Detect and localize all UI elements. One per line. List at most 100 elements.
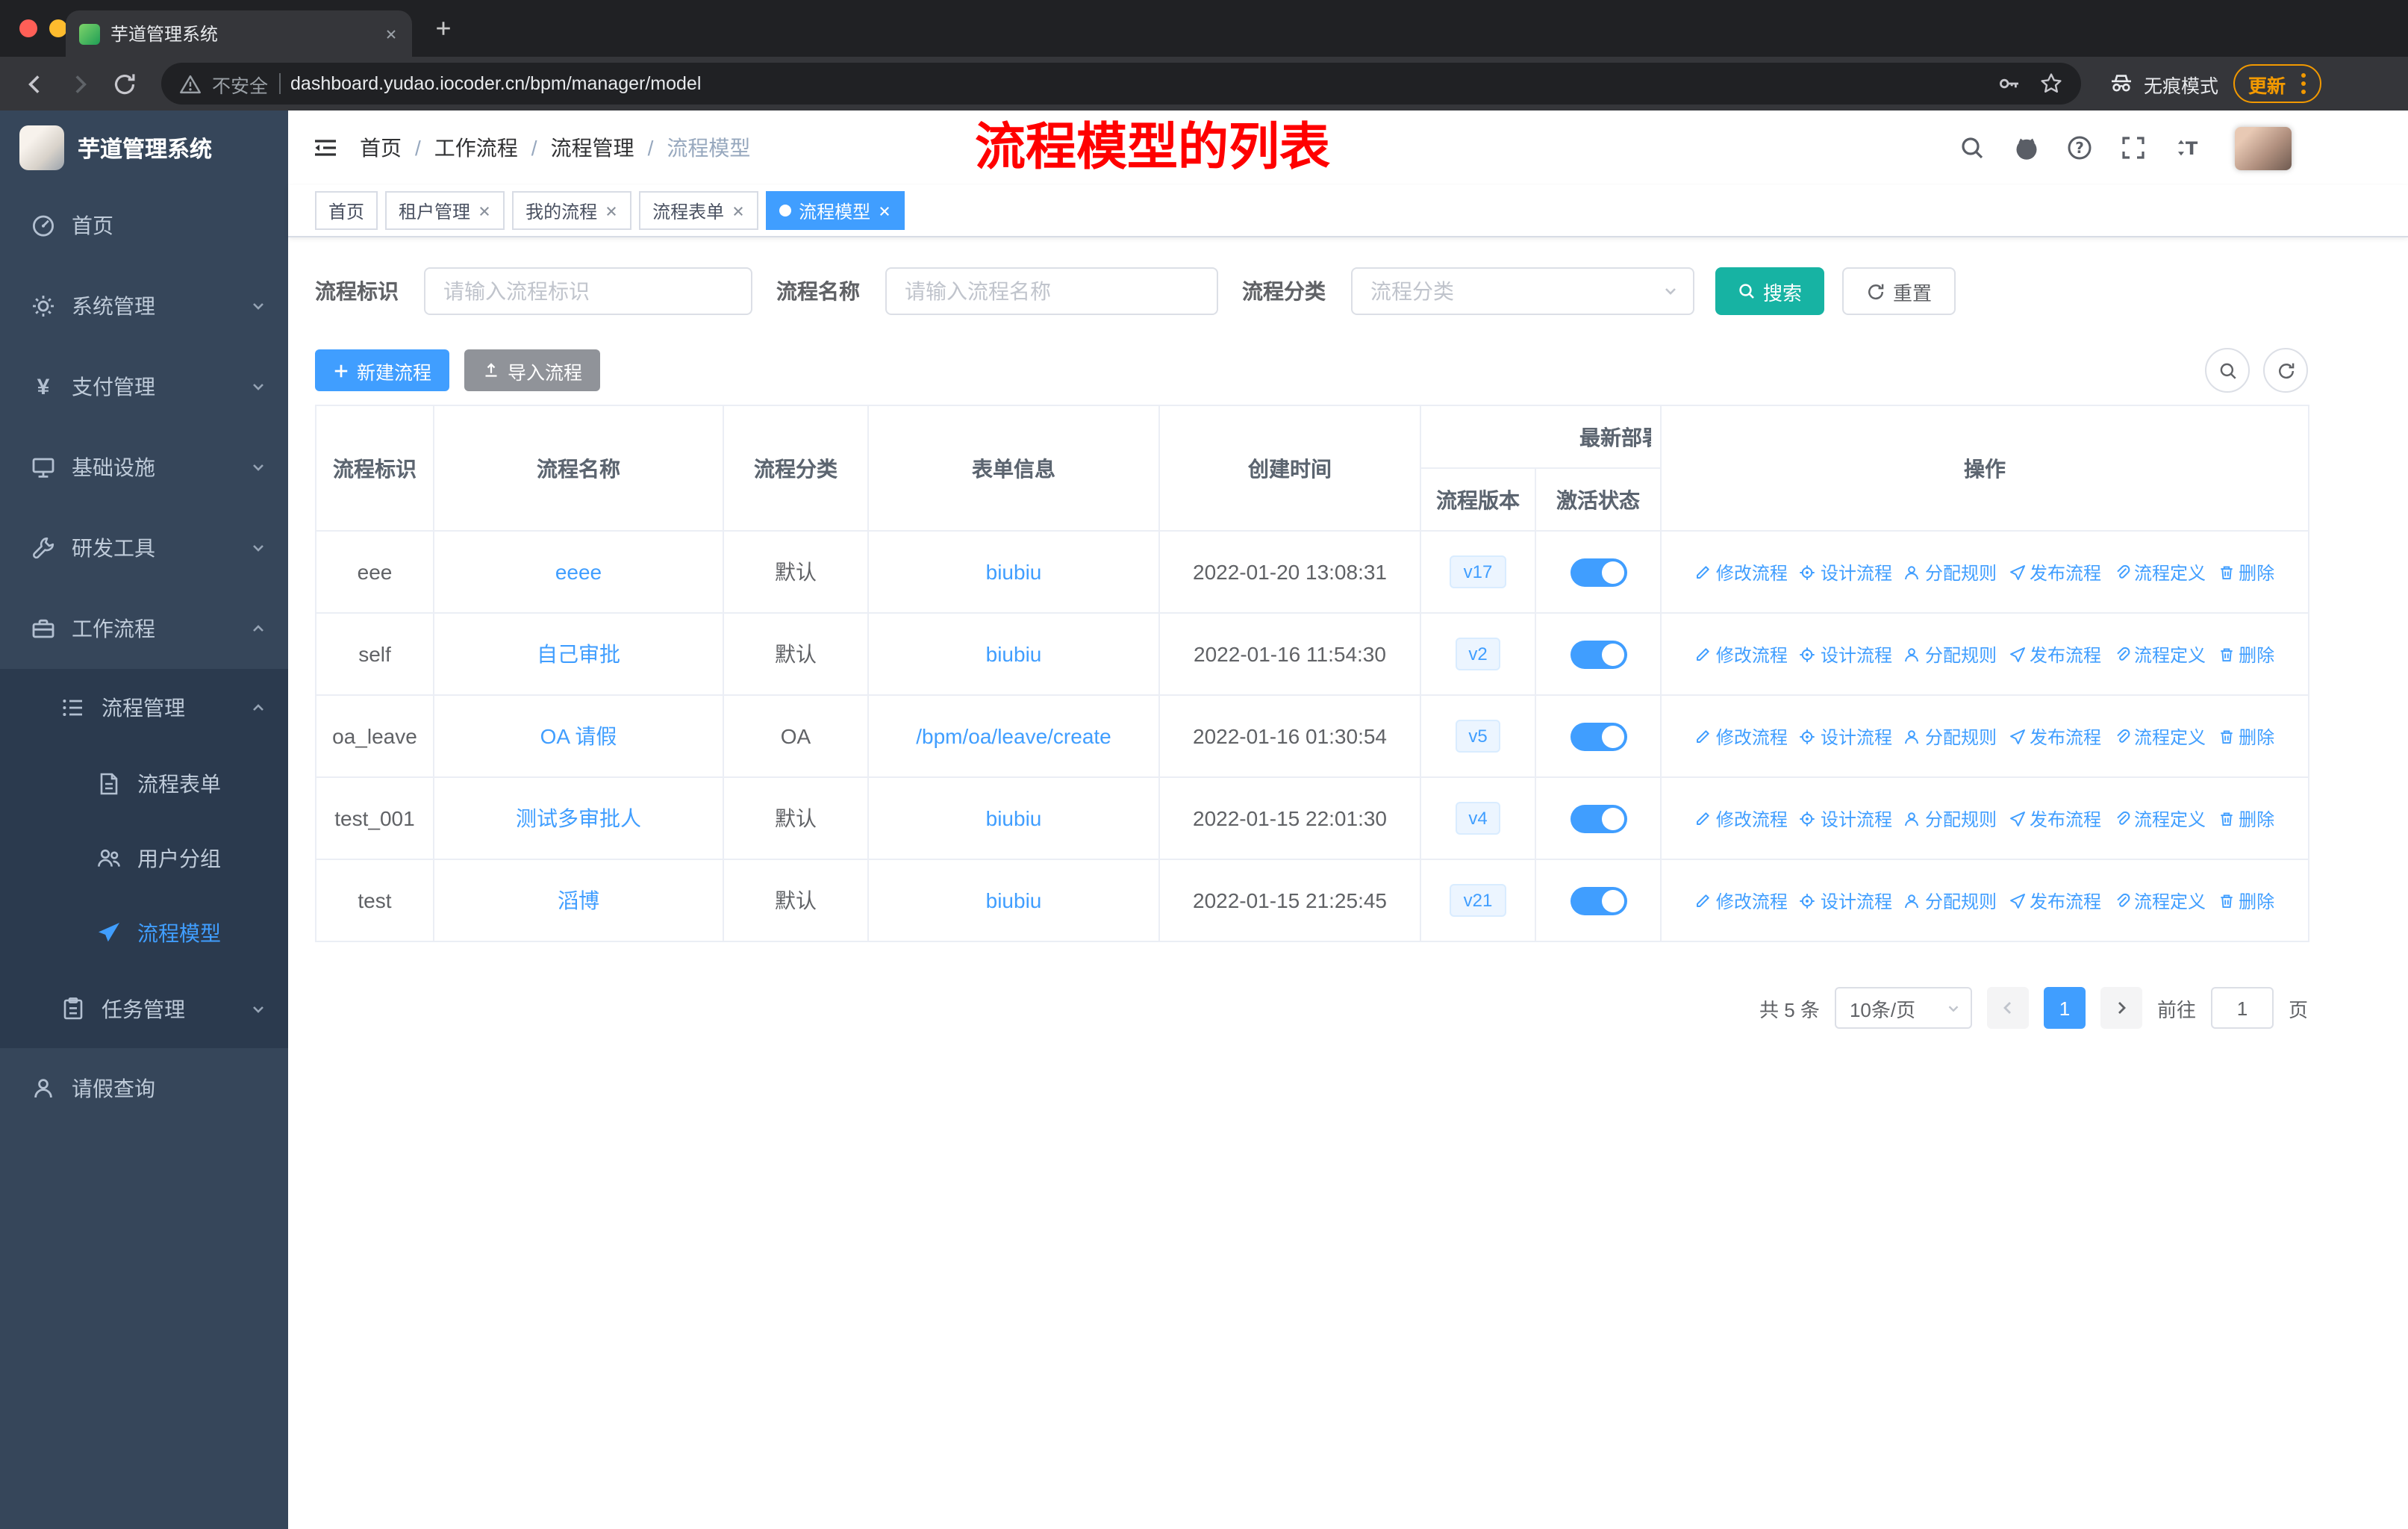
user-avatar[interactable]	[2235, 126, 2292, 169]
minimize-window-button[interactable]	[49, 19, 67, 37]
row-action-link[interactable]: 设计流程	[1800, 641, 1892, 667]
row-action-link[interactable]: 分配规则	[1904, 559, 1997, 585]
goto-page-input[interactable]	[2210, 987, 2274, 1029]
security-label[interactable]: 不安全	[212, 69, 268, 98]
sidebar-collapse-icon[interactable]	[312, 134, 339, 161]
sidebar-item-home[interactable]: 首页	[0, 185, 288, 266]
process-category-select[interactable]: 流程分类	[1351, 267, 1694, 315]
github-icon[interactable]	[2011, 133, 2041, 163]
reset-button[interactable]: 重置	[1842, 267, 1956, 315]
row-action-link[interactable]: 设计流程	[1800, 888, 1892, 913]
row-action-link[interactable]: 删除	[2218, 723, 2274, 749]
close-window-button[interactable]	[19, 19, 37, 37]
new-tab-button[interactable]	[433, 18, 454, 39]
row-action-link[interactable]: 分配规则	[1904, 806, 1997, 831]
process-name-link[interactable]: 滔博	[558, 888, 599, 912]
row-action-link[interactable]: 修改流程	[1695, 806, 1788, 831]
reload-button[interactable]	[105, 64, 143, 103]
status-toggle[interactable]	[1570, 804, 1626, 832]
sidebar-item-leave-query[interactable]: 请假查询	[0, 1048, 288, 1129]
row-action-link[interactable]: 流程定义	[2113, 888, 2206, 913]
row-action-link[interactable]: 流程定义	[2113, 806, 2206, 831]
form-info-link[interactable]: /bpm/oa/leave/create	[916, 724, 1111, 748]
password-key-icon[interactable]	[1997, 72, 2021, 96]
next-page-button[interactable]	[2100, 987, 2142, 1029]
process-name-link[interactable]: 自己审批	[537, 642, 620, 666]
bookmark-star-icon[interactable]	[2039, 72, 2063, 96]
tag-close-icon[interactable]	[605, 204, 618, 217]
page-number-button[interactable]: 1	[2043, 987, 2086, 1029]
sidebar-item-process-model[interactable]: 流程模型	[0, 896, 288, 971]
back-button[interactable]	[15, 64, 54, 103]
sidebar-item-payment[interactable]: ¥ 支付管理	[0, 346, 288, 427]
process-id-input[interactable]	[424, 267, 752, 315]
tab-close-icon[interactable]	[384, 26, 399, 41]
row-action-link[interactable]: 删除	[2218, 559, 2274, 585]
tag-close-icon[interactable]	[478, 204, 491, 217]
breadcrumb-item[interactable]: 流程管理	[551, 133, 634, 163]
form-info-link[interactable]: biubiu	[986, 888, 1042, 912]
row-action-link[interactable]: 删除	[2218, 806, 2274, 831]
row-action-link[interactable]: 修改流程	[1695, 641, 1788, 667]
row-action-link[interactable]: 修改流程	[1695, 559, 1788, 585]
form-info-link[interactable]: biubiu	[986, 642, 1042, 666]
refresh-table-icon[interactable]	[2263, 348, 2308, 393]
form-info-link[interactable]: biubiu	[986, 806, 1042, 830]
sidebar-item-user-group[interactable]: 用户分组	[0, 821, 288, 896]
address-bar[interactable]: 不安全 dashboard.yudao.iocoder.cn/bpm/manag…	[161, 63, 2081, 105]
tag-process-model[interactable]: 流程模型	[766, 191, 905, 230]
row-action-link[interactable]: 发布流程	[2009, 641, 2101, 667]
row-action-link[interactable]: 删除	[2218, 888, 2274, 913]
form-info-link[interactable]: biubiu	[986, 560, 1042, 584]
page-size-select[interactable]: 10条/页	[1834, 987, 1972, 1029]
show-search-icon[interactable]	[2205, 348, 2250, 393]
search-icon[interactable]	[1957, 133, 1987, 163]
row-action-link[interactable]: 发布流程	[2009, 723, 2101, 749]
row-action-link[interactable]: 分配规则	[1904, 641, 1997, 667]
row-action-link[interactable]: 分配规则	[1904, 723, 1997, 749]
process-name-link[interactable]: OA 请假	[540, 724, 617, 748]
row-action-link[interactable]: 发布流程	[2009, 888, 2101, 913]
browser-menu-icon[interactable]	[2301, 72, 2306, 96]
breadcrumb-item[interactable]: 首页	[360, 133, 402, 163]
status-toggle[interactable]	[1570, 886, 1626, 915]
tag-tenant[interactable]: 租户管理	[385, 191, 505, 230]
sidebar-item-system[interactable]: 系统管理	[0, 266, 288, 346]
row-action-link[interactable]: 流程定义	[2113, 723, 2206, 749]
url-text[interactable]: dashboard.yudao.iocoder.cn/bpm/manager/m…	[290, 73, 701, 94]
tag-my-process[interactable]: 我的流程	[512, 191, 632, 230]
chrome-update-button[interactable]: 更新	[2233, 64, 2321, 103]
sidebar-item-devtools[interactable]: 研发工具	[0, 508, 288, 588]
process-name-input[interactable]	[885, 267, 1218, 315]
status-toggle[interactable]	[1570, 640, 1626, 668]
sidebar-item-workflow[interactable]: 工作流程	[0, 588, 288, 669]
row-action-link[interactable]: 设计流程	[1800, 806, 1892, 831]
row-action-link[interactable]: 发布流程	[2009, 806, 2101, 831]
process-name-link[interactable]: 测试多审批人	[516, 806, 641, 830]
search-button[interactable]: 搜索	[1715, 267, 1825, 315]
tag-close-icon[interactable]	[878, 204, 891, 217]
row-action-link[interactable]: 流程定义	[2113, 641, 2206, 667]
row-action-link[interactable]: 删除	[2218, 641, 2274, 667]
process-name-link[interactable]: eeee	[555, 560, 602, 584]
font-size-icon[interactable]: T	[2172, 133, 2202, 163]
browser-tab[interactable]: 芋道管理系统	[66, 10, 412, 57]
row-action-link[interactable]: 修改流程	[1695, 888, 1788, 913]
tag-close-icon[interactable]	[732, 204, 745, 217]
sidebar-item-process-form[interactable]: 流程表单	[0, 747, 288, 821]
row-action-link[interactable]: 修改流程	[1695, 723, 1788, 749]
row-action-link[interactable]: 设计流程	[1800, 559, 1892, 585]
row-action-link[interactable]: 发布流程	[2009, 559, 2101, 585]
sidebar-item-infrastructure[interactable]: 基础设施	[0, 427, 288, 508]
sidebar-item-task-management[interactable]: 任务管理	[0, 971, 288, 1048]
create-process-button[interactable]: 新建流程	[315, 349, 450, 391]
help-icon[interactable]: ?	[2065, 133, 2094, 163]
tag-process-form[interactable]: 流程表单	[639, 191, 759, 230]
row-action-link[interactable]: 分配规则	[1904, 888, 1997, 913]
row-action-link[interactable]: 流程定义	[2113, 559, 2206, 585]
import-process-button[interactable]: 导入流程	[464, 349, 601, 391]
tag-home[interactable]: 首页	[315, 191, 378, 230]
prev-page-button[interactable]	[1986, 987, 2029, 1029]
row-action-link[interactable]: 设计流程	[1800, 723, 1892, 749]
sidebar-item-process-management[interactable]: 流程管理	[0, 669, 288, 747]
